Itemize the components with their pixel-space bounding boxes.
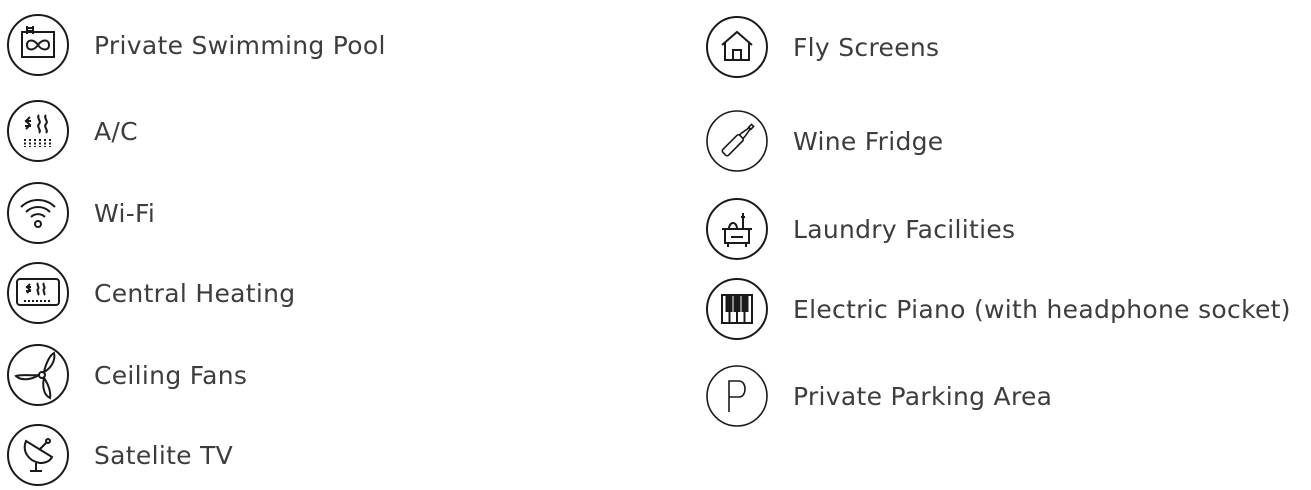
parking-icon	[705, 364, 769, 428]
central-heating-icon	[6, 261, 70, 325]
ceiling-fan-icon	[6, 343, 70, 407]
amenity-laundry-facilities: Laundry Facilities	[705, 194, 1015, 264]
amenity-label: Fly Screens	[793, 32, 940, 62]
amenity-wine-fridge: Wine Fridge	[705, 106, 944, 176]
amenity-label: Wine Fridge	[793, 126, 944, 156]
house-icon	[705, 15, 769, 79]
amenity-label: Wi-Fi	[94, 198, 156, 228]
amenity-label: Central Heating	[94, 278, 296, 308]
amenity-private-parking: Private Parking Area	[705, 361, 1052, 431]
amenity-wifi: Wi-Fi	[6, 178, 155, 248]
amenity-central-heating: Central Heating	[6, 258, 295, 328]
laundry-icon	[705, 197, 769, 261]
amenity-label: Laundry Facilities	[793, 214, 1016, 244]
amenity-label: Satelite TV	[94, 440, 234, 470]
amenity-ac: A/C	[6, 96, 138, 166]
amenity-electric-piano: Electric Piano (with headphone socket)	[705, 274, 1291, 344]
amenity-satelite-tv: Satelite TV	[6, 420, 233, 490]
wine-bottle-icon	[705, 109, 769, 173]
amenity-label: Electric Piano (with headphone socket)	[793, 294, 1291, 324]
amenity-label: Private Swimming Pool	[94, 30, 386, 60]
amenity-label: A/C	[94, 116, 138, 146]
satellite-dish-icon	[6, 423, 70, 487]
piano-keys-icon	[705, 277, 769, 341]
wifi-icon	[6, 181, 70, 245]
swimming-pool-icon	[6, 13, 70, 77]
amenity-label: Private Parking Area	[793, 381, 1053, 411]
amenity-ceiling-fans: Ceiling Fans	[6, 340, 247, 410]
amenity-private-swimming-pool: Private Swimming Pool	[6, 10, 386, 80]
amenity-fly-screens: Fly Screens	[705, 12, 939, 82]
air-conditioning-icon	[6, 99, 70, 163]
amenity-label: Ceiling Fans	[94, 360, 248, 390]
